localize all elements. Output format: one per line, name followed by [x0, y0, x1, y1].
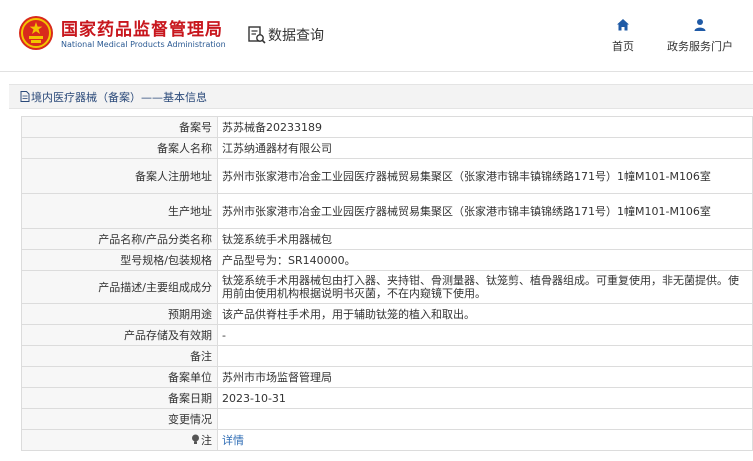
- header-divider: [0, 71, 753, 72]
- breadcrumb: 境内医疗器械（备案）——基本信息: [9, 84, 753, 109]
- field-label: 备案单位: [21, 366, 218, 388]
- field-label: 备案人名称: [21, 137, 218, 159]
- field-value: 2023-10-31: [217, 387, 753, 409]
- table-row: 备案单位 苏州市市场监督管理局: [21, 366, 753, 388]
- field-label: 备案号: [21, 116, 218, 138]
- site-header: 国家药品监督管理局 National Medical Products Admi…: [0, 0, 753, 72]
- data-query-link[interactable]: 数据查询: [268, 25, 324, 45]
- details-link[interactable]: 详情: [222, 434, 244, 447]
- note-label: 注: [201, 433, 212, 447]
- field-value: [217, 345, 753, 367]
- org-name-cn[interactable]: 国家药品监督管理局: [61, 15, 223, 40]
- field-value: -: [217, 324, 753, 346]
- data-query-icon[interactable]: [247, 25, 267, 45]
- field-label: 产品存储及有效期: [21, 324, 218, 346]
- field-label: 注: [21, 429, 218, 451]
- table-row: 备注: [21, 345, 753, 367]
- field-value: 苏州市市场监督管理局: [217, 366, 753, 388]
- field-value: 苏苏械备20233189: [217, 116, 753, 138]
- breadcrumb-text: 境内医疗器械（备案）——基本信息: [31, 91, 207, 104]
- field-label: 产品描述/主要组成成分: [21, 270, 218, 304]
- table-row: 预期用途 该产品供脊柱手术用，用于辅助钛笼的植入和取出。: [21, 303, 753, 325]
- field-value: 钛笼系统手术用器械包由打入器、夹持钳、骨测量器、钛笼剪、植骨器组成。可重复使用，…: [217, 270, 753, 304]
- table-row: 备案人名称 江苏纳通器材有限公司: [21, 137, 753, 159]
- national-emblem-icon: [19, 16, 53, 50]
- field-label: 生产地址: [21, 193, 218, 229]
- field-value: 该产品供脊柱手术用，用于辅助钛笼的植入和取出。: [217, 303, 753, 325]
- field-value: 产品型号为：SR140000。: [217, 249, 753, 271]
- field-label: 变更情况: [21, 408, 218, 430]
- nav-portal-label: 政务服务门户: [667, 40, 733, 53]
- home-icon: [617, 19, 629, 31]
- nav-service-portal[interactable]: 政务服务门户: [660, 18, 740, 54]
- field-value: 江苏纳通器材有限公司: [217, 137, 753, 159]
- field-value: 钛笼系统手术用器械包: [217, 228, 753, 250]
- field-value: 苏州市张家港市冶金工业园医疗器械贸易集聚区（张家港市锦丰镇锦绣路171号）1幢M…: [217, 193, 753, 229]
- table-row: 备案号 苏苏械备20233189: [21, 116, 753, 138]
- table-row: 备案人注册地址 苏州市张家港市冶金工业园医疗器械贸易集聚区（张家港市锦丰镇锦绣路…: [21, 158, 753, 194]
- table-row: 变更情况: [21, 408, 753, 430]
- nav-home[interactable]: 首页: [600, 18, 646, 54]
- table-row: 型号规格/包装规格 产品型号为：SR140000。: [21, 249, 753, 271]
- lightbulb-icon: [192, 434, 199, 444]
- field-label: 备案日期: [21, 387, 218, 409]
- field-value: [217, 408, 753, 430]
- field-label: 预期用途: [21, 303, 218, 325]
- field-value: 详情: [217, 429, 753, 451]
- field-label: 型号规格/包装规格: [21, 249, 218, 271]
- table-row: 生产地址 苏州市张家港市冶金工业园医疗器械贸易集聚区（张家港市锦丰镇锦绣路171…: [21, 193, 753, 229]
- record-info-table: 备案号 苏苏械备20233189 备案人名称 江苏纳通器材有限公司 备案人注册地…: [21, 116, 753, 451]
- field-label: 备案人注册地址: [21, 158, 218, 194]
- table-row: 产品描述/主要组成成分 钛笼系统手术用器械包由打入器、夹持钳、骨测量器、钛笼剪、…: [21, 270, 753, 304]
- table-row: 备案日期 2023-10-31: [21, 387, 753, 409]
- user-icon: [694, 19, 706, 31]
- table-row: 产品名称/产品分类名称 钛笼系统手术用器械包: [21, 228, 753, 250]
- nav-home-label: 首页: [612, 40, 634, 53]
- field-value: 苏州市张家港市冶金工业园医疗器械贸易集聚区（张家港市锦丰镇锦绣路171号）1幢M…: [217, 158, 753, 194]
- field-label: 产品名称/产品分类名称: [21, 228, 218, 250]
- document-icon: [20, 91, 30, 102]
- table-row: 产品存储及有效期 -: [21, 324, 753, 346]
- org-name-en: National Medical Products Administration: [61, 40, 226, 49]
- field-label: 备注: [21, 345, 218, 367]
- table-row: 注 详情: [21, 429, 753, 451]
